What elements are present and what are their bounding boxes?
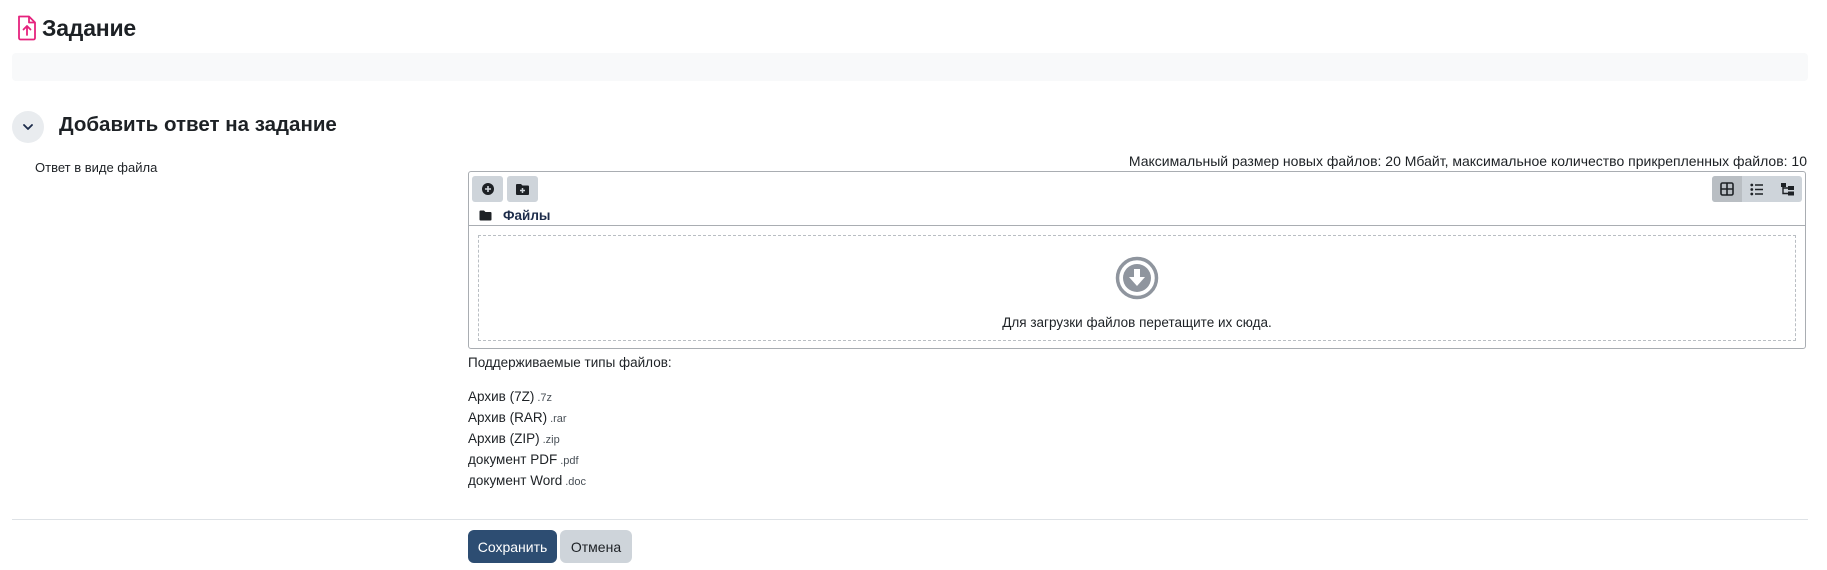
cancel-button[interactable]: Отмена bbox=[560, 530, 632, 563]
supported-types-list: Архив (7Z) .7z Архив (RAR) .rar Архив (ZIP… bbox=[468, 389, 586, 494]
list-item: Архив (ZIP) .zip bbox=[468, 431, 586, 452]
upload-limits-text: Максимальный размер новых файлов: 20 Мба… bbox=[1128, 153, 1807, 169]
file-type-ext: .pdf bbox=[560, 455, 579, 467]
form-divider bbox=[12, 519, 1808, 520]
tree-view-icon bbox=[1780, 183, 1794, 196]
file-type-name: документ PDF bbox=[468, 452, 558, 467]
folder-icon bbox=[479, 210, 492, 221]
file-type-ext: .doc bbox=[565, 476, 587, 488]
list-item: Архив (RAR) .rar bbox=[468, 410, 586, 431]
list-item: документ Word .doc bbox=[468, 473, 586, 494]
page-title: Задание bbox=[42, 14, 137, 41]
save-button[interactable]: Сохранить bbox=[468, 530, 557, 563]
file-dropzone[interactable]: Для загрузки файлов перетащите их сюда. bbox=[478, 235, 1796, 341]
add-file-button[interactable] bbox=[472, 176, 503, 202]
section-title: Добавить ответ на задание bbox=[59, 113, 337, 136]
assignment-upload-icon bbox=[18, 15, 36, 41]
file-type-ext: .7z bbox=[537, 392, 553, 404]
file-type-name: Архив (7Z) bbox=[468, 389, 535, 404]
file-type-ext: .rar bbox=[550, 413, 567, 425]
dropzone-text: Для загрузки файлов перетащите их сюда. bbox=[1002, 315, 1272, 330]
path-label-files[interactable]: Файлы bbox=[503, 208, 550, 223]
file-type-ext: .zip bbox=[542, 434, 560, 446]
field-label: Ответ в виде файла bbox=[35, 160, 158, 175]
create-folder-icon bbox=[516, 183, 529, 195]
list-item: документ PDF .pdf bbox=[468, 452, 586, 473]
tree-view-button[interactable] bbox=[1772, 176, 1802, 202]
file-type-name: документ Word bbox=[468, 473, 563, 488]
download-circle-icon bbox=[1115, 256, 1159, 300]
file-manager: Файлы Для загрузки файлов перетащите их … bbox=[468, 171, 1806, 349]
create-folder-button[interactable] bbox=[507, 176, 538, 202]
supported-types-heading: Поддерживаемые типы файлов: bbox=[468, 355, 672, 370]
list-item: Архив (7Z) .7z bbox=[468, 389, 586, 410]
activity-info-bar bbox=[12, 53, 1808, 81]
list-view-button[interactable] bbox=[1742, 176, 1772, 202]
file-manager-divider bbox=[469, 225, 1805, 226]
file-path-breadcrumb: Файлы bbox=[479, 208, 550, 223]
file-type-name: Архив (RAR) bbox=[468, 410, 548, 425]
grid-view-button[interactable] bbox=[1712, 176, 1742, 202]
page-header: Задание bbox=[16, 10, 136, 46]
chevron-down-icon bbox=[23, 124, 33, 130]
file-type-name: Архив (ZIP) bbox=[468, 431, 540, 446]
list-view-icon bbox=[1750, 183, 1763, 195]
grid-view-icon bbox=[1720, 182, 1734, 196]
view-switcher bbox=[1712, 176, 1802, 202]
section-collapse-toggle[interactable] bbox=[12, 111, 44, 143]
add-file-icon bbox=[481, 183, 494, 195]
